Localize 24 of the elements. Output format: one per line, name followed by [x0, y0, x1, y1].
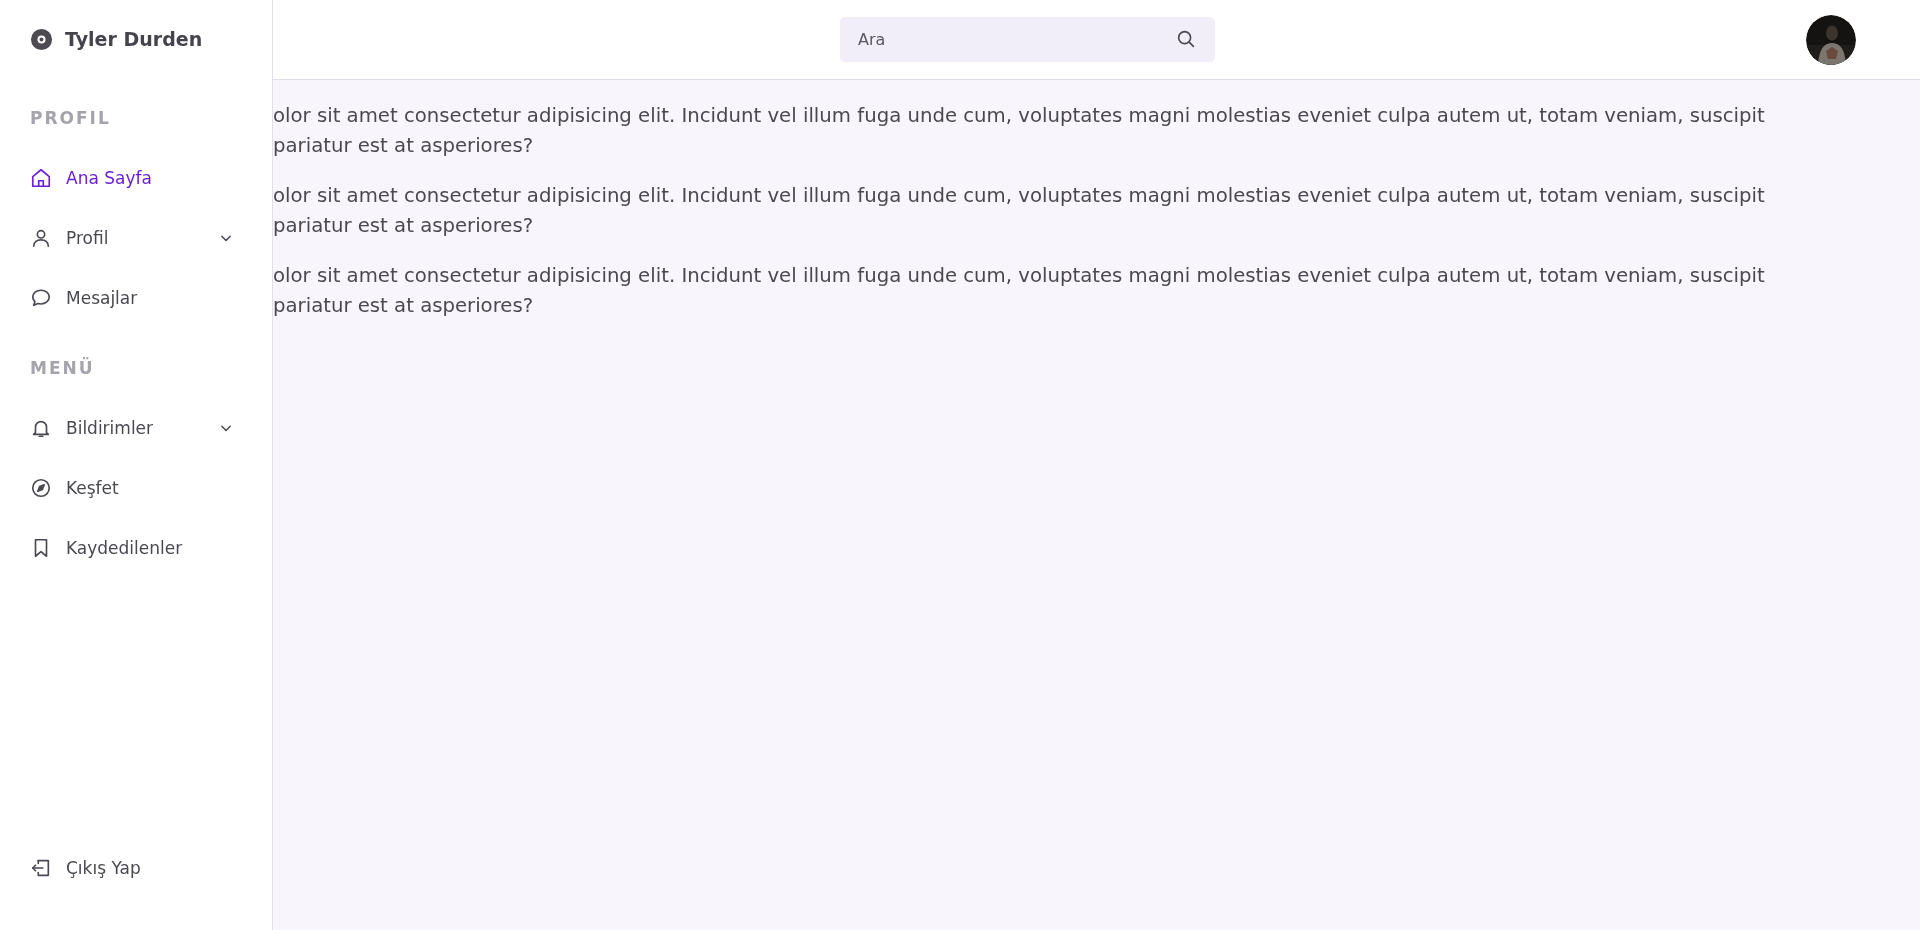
paragraph-text: olor sit amet consectetur adipisicing elit. Incidunt vel illum fuga unde cum, voluptates magni molestias eveniet culpa autem ut, totam veniam, suscipit	[273, 103, 1765, 129]
disc-logo-icon	[30, 27, 53, 51]
search-field[interactable]: Ara	[840, 17, 1215, 62]
user-icon	[30, 227, 52, 249]
paragraph-text: pariatur est at asperiores?	[273, 213, 534, 239]
logout-icon	[30, 857, 52, 879]
logout-link[interactable]: Çıkış Yap	[30, 838, 236, 898]
paragraph-text: olor sit amet consectetur adipisicing elit. Incidunt vel illum fuga unde cum, voluptates magni molestias eveniet culpa autem ut, totam veniam, suscipit	[273, 263, 1765, 289]
sidebar-item[interactable]: Bildirimler	[30, 398, 236, 458]
sidebar-item[interactable]: Keşfet	[30, 458, 236, 518]
section-heading: MENÜ	[30, 358, 96, 378]
section-heading: PROFIL	[30, 108, 112, 128]
paragraph-text: olor sit amet consectetur adipisicing elit. Incidunt vel illum fuga unde cum, voluptates magni molestias eveniet culpa autem ut, totam veniam, suscipit	[273, 183, 1765, 209]
speech-bubble-icon	[30, 287, 52, 309]
sidebar-item[interactable]: Ana Sayfa	[30, 148, 236, 208]
search-icon	[1175, 28, 1197, 50]
brand-name: Tyler Durden	[65, 28, 203, 50]
paragraph-text: pariatur est at asperiores?	[273, 293, 534, 319]
paragraph-text: pariatur est at asperiores?	[273, 133, 534, 159]
home-icon	[30, 167, 52, 189]
sidebar-item[interactable]: Kaydedilenler	[30, 518, 236, 578]
sidebar-item[interactable]: Profil	[30, 208, 236, 268]
sidebar-item[interactable]: Mesajlar	[30, 268, 236, 328]
compass-icon	[30, 477, 52, 499]
